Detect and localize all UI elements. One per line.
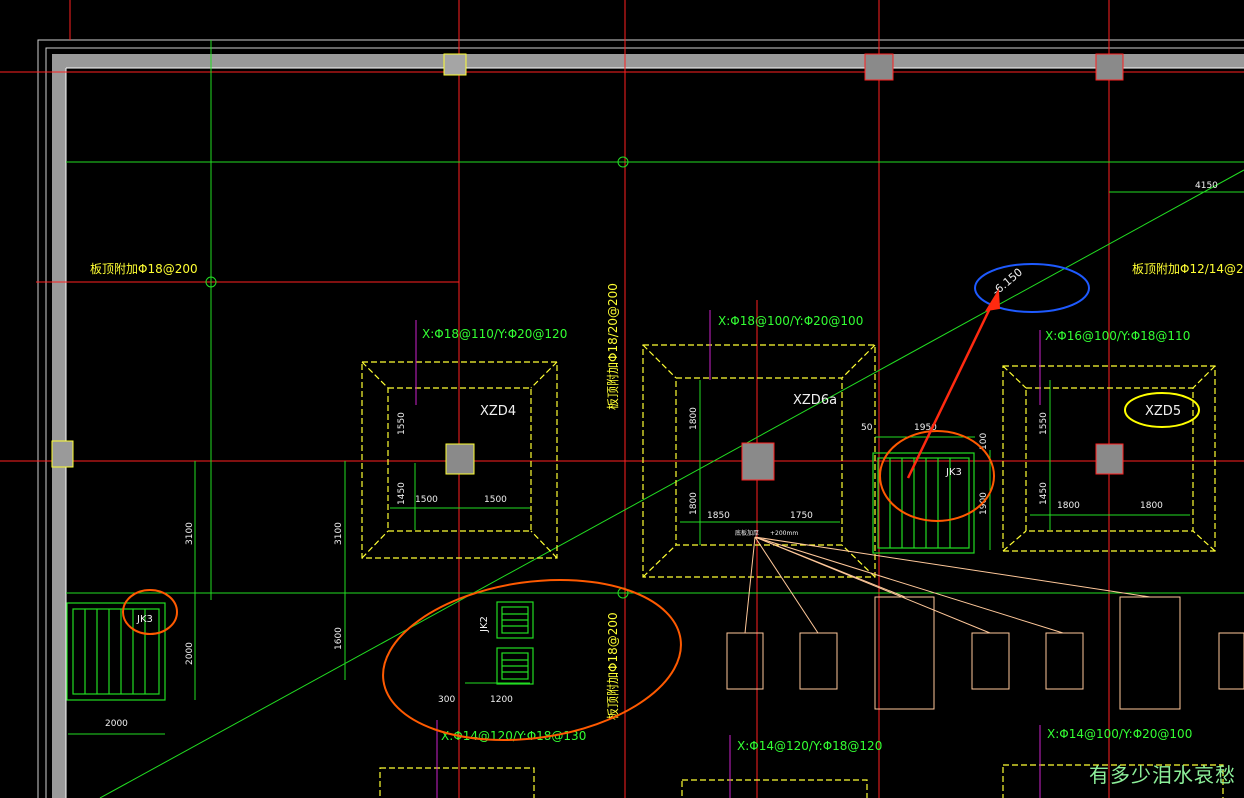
bottom-rebar-label-3: X:Φ14@100/Y:Φ20@100 [1047, 727, 1192, 741]
pit-jk3-left-label: JK3 [136, 614, 153, 625]
rebar-leaders [415, 310, 1041, 798]
footing-xzd5-label: XZD5 [1145, 404, 1181, 419]
arrow-head-icon [985, 288, 1001, 312]
dim-text: 1450 [1039, 482, 1049, 505]
dim-text: 1750 [790, 511, 813, 521]
dim-text: 2000 [105, 719, 128, 729]
footing-xzd6a-label: XZD6a [793, 393, 837, 408]
slab-label-top-left: 板顶附加Φ18@200 [90, 262, 198, 276]
detail-note: 底板加厚 [735, 529, 759, 537]
footing-xzd4-label: XZD4 [480, 404, 516, 419]
watermark-text: 有多少泪水哀愁 [1089, 763, 1236, 787]
dim-text: 1500 [484, 495, 507, 505]
dim-text: 1800 [689, 492, 699, 515]
markup-red-arrow [906, 301, 995, 479]
dim-text: 1500 [415, 495, 438, 505]
dim-text: 3100 [334, 522, 344, 545]
sump-pits [66, 452, 975, 701]
xzd4-rebar-label: X:Φ18@110/Y:Φ20@120 [422, 327, 567, 341]
cad-drawing-canvas[interactable]: 板顶附加Φ18@200 板顶附加Φ12/14@200 板顶附加Φ18/20@20… [0, 0, 1244, 798]
dim-text: 1550 [1039, 412, 1049, 435]
xzd6a-rebar-label: X:Φ18@100/Y:Φ20@100 [718, 314, 863, 328]
markup-annotations [122, 263, 1200, 742]
dim-4150: 4150 [1195, 181, 1218, 191]
dim-text: 1200 [490, 695, 513, 705]
dim-text: 1600 [334, 627, 344, 650]
dim-text: 50 [861, 423, 873, 433]
pit-jk3-right-label: JK3 [945, 467, 962, 478]
bottom-rebar-label-2: X:Φ14@120/Y:Φ18@120 [737, 739, 882, 753]
markup-orange-circle-jk3-right [879, 430, 995, 522]
detail-leaders [726, 536, 1244, 710]
slab-label-vertical-lower: 板顶附加Φ18@200 [606, 612, 620, 720]
slab-label-vertical-upper: 板顶附加Φ18/20@200 [606, 283, 620, 410]
xzd5-rebar-label: X:Φ16@100/Y:Φ18@110 [1045, 329, 1190, 343]
dim-text: 1550 [397, 412, 407, 435]
dim-text: 300 [438, 695, 455, 705]
dim-text: 1800 [1140, 501, 1163, 511]
perimeter-wall [52, 54, 1244, 798]
slab-label-top-right: 板顶附加Φ12/14@200 [1132, 262, 1244, 276]
dim-text: 3100 [185, 522, 195, 545]
markup-orange-circle-jk3 [122, 589, 178, 635]
dim-text: 1450 [397, 482, 407, 505]
dim-text: 1800 [689, 407, 699, 430]
detail-note-2: +200mm [770, 530, 798, 537]
dim-text: 1900 [979, 492, 989, 515]
green-grid [66, 40, 1244, 798]
pit-jk2-label: JK2 [479, 616, 490, 633]
red-axis-grid [0, 0, 1244, 798]
dim-text: 1800 [1057, 501, 1080, 511]
dim-text: 2000 [185, 642, 195, 665]
outer-border [37, 39, 1244, 798]
columns [51, 53, 1124, 481]
dim-text: 1850 [707, 511, 730, 521]
